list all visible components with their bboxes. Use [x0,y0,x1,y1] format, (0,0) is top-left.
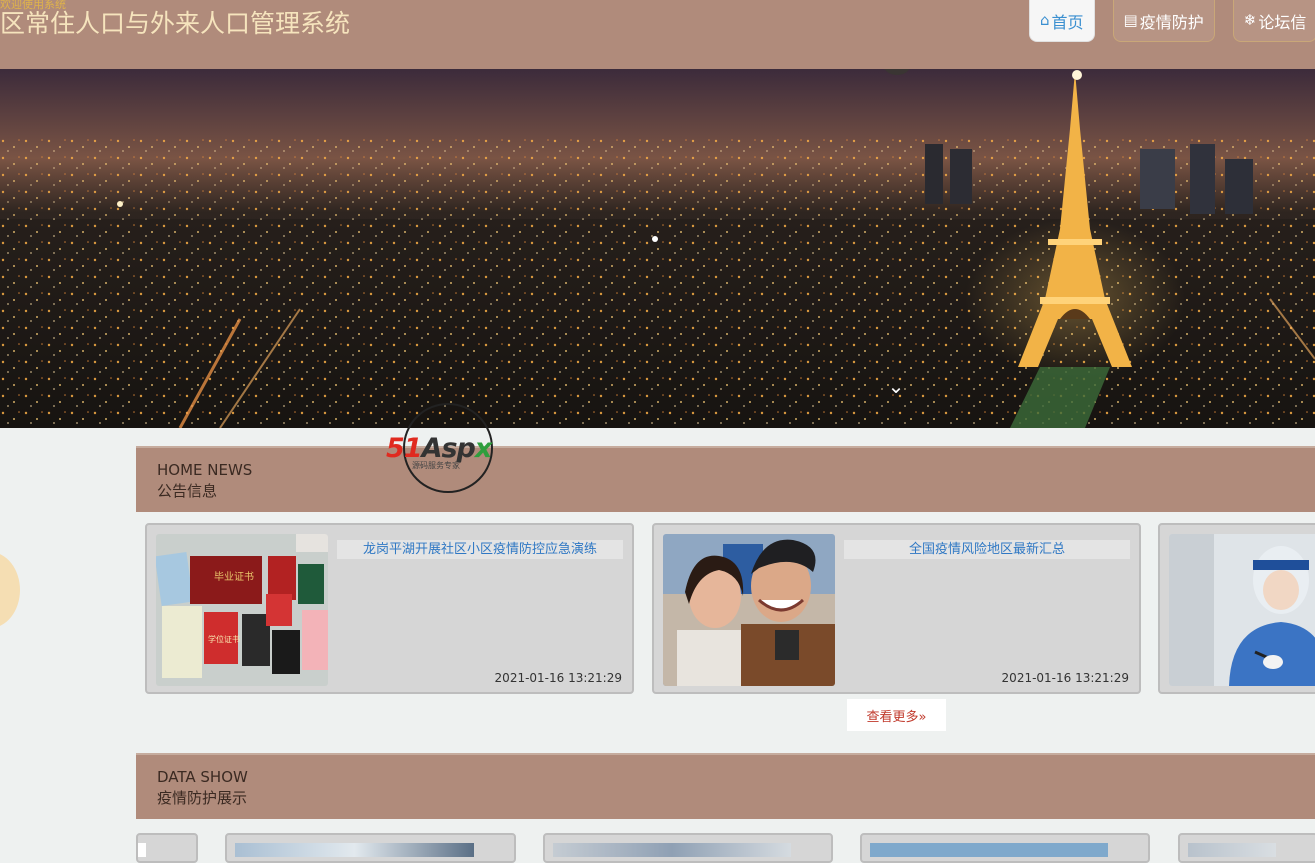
data-section-header: DATA SHOW 疫情防护展示 [136,753,1315,819]
data-card[interactable] [1178,833,1315,863]
news-thumbnail-medical[interactable] [1169,534,1315,686]
snowflake-icon: ❄ [1243,11,1257,29]
nav-item-epidemic[interactable]: ▤ 疫情防护 [1112,0,1215,42]
nav-item-label: 首页 [1051,12,1084,32]
site-title: 区常住人口与外来人口管理系统 [0,9,351,38]
nav-item-label: 论坛信 [1258,12,1307,32]
news-timestamp: 2021-01-16 13:21:29 [494,671,622,685]
news-thumbnail-people[interactable] [663,534,835,686]
banner-carousel[interactable]: ⌄ [0,69,1315,428]
news-title[interactable]: 龙岗平湖开展社区小区疫情防控应急演练 [337,540,623,559]
nav-item-forum[interactable]: ❄ 论坛信 [1232,0,1315,42]
side-float-button[interactable] [0,552,20,628]
data-thumbnail [138,843,146,857]
nav-item-label: 疫情防护 [1139,12,1204,32]
svg-text:毕业证书: 毕业证书 [214,570,254,583]
svg-text:学位证书: 学位证书 [208,634,240,644]
data-thumbnail [1188,843,1276,857]
home-icon: ⌂ [1040,11,1050,29]
data-card[interactable] [136,833,198,863]
city-night-image [0,69,1315,428]
news-card[interactable]: 全国疫情风险地区最新汇总 2021-01-16 13:21:29 [652,523,1141,694]
calendar-icon: ▤ [1123,11,1138,29]
section-title-en: DATA SHOW [157,768,248,786]
section-title-en: HOME NEWS [157,461,253,479]
section-title-zh: 疫情防护展示 [157,789,248,807]
view-more-button[interactable]: 查看更多» [847,699,946,731]
data-thumbnail [553,843,791,857]
news-card[interactable]: 毕业证书 学位证书 龙岗平湖开展社区小区疫情防控应急演练 2021-01-16 … [145,523,634,694]
news-timestamp: 2021-01-16 13:21:29 [1001,671,1129,685]
news-card[interactable] [1158,523,1315,694]
news-title[interactable]: 全国疫情风险地区最新汇总 [844,540,1130,559]
section-title-zh: 公告信息 [157,482,218,500]
watermark-subtitle: 源码服务专家 [412,461,460,470]
chevron-down-icon[interactable]: ⌄ [886,376,906,396]
data-card[interactable] [543,833,833,863]
data-card[interactable] [860,833,1150,863]
data-thumbnail [235,843,474,857]
brand-watermark: 51Aspx 源码服务专家 [386,403,514,495]
data-thumbnail [870,843,1108,857]
nav-item-home[interactable]: ⌂ 首页 [1029,0,1095,42]
news-thumbnail-certificates[interactable]: 毕业证书 学位证书 [156,534,328,686]
header-bar: 欢迎使用系统 区常住人口与外来人口管理系统 ⌂ 首页 ▤ 疫情防护 ❄ 论坛信 [0,0,1315,69]
news-section-header: HOME NEWS 公告信息 [136,446,1315,512]
data-card[interactable] [225,833,516,863]
top-nav: ⌂ 首页 ▤ 疫情防护 ❄ 论坛信 [1029,0,1315,42]
